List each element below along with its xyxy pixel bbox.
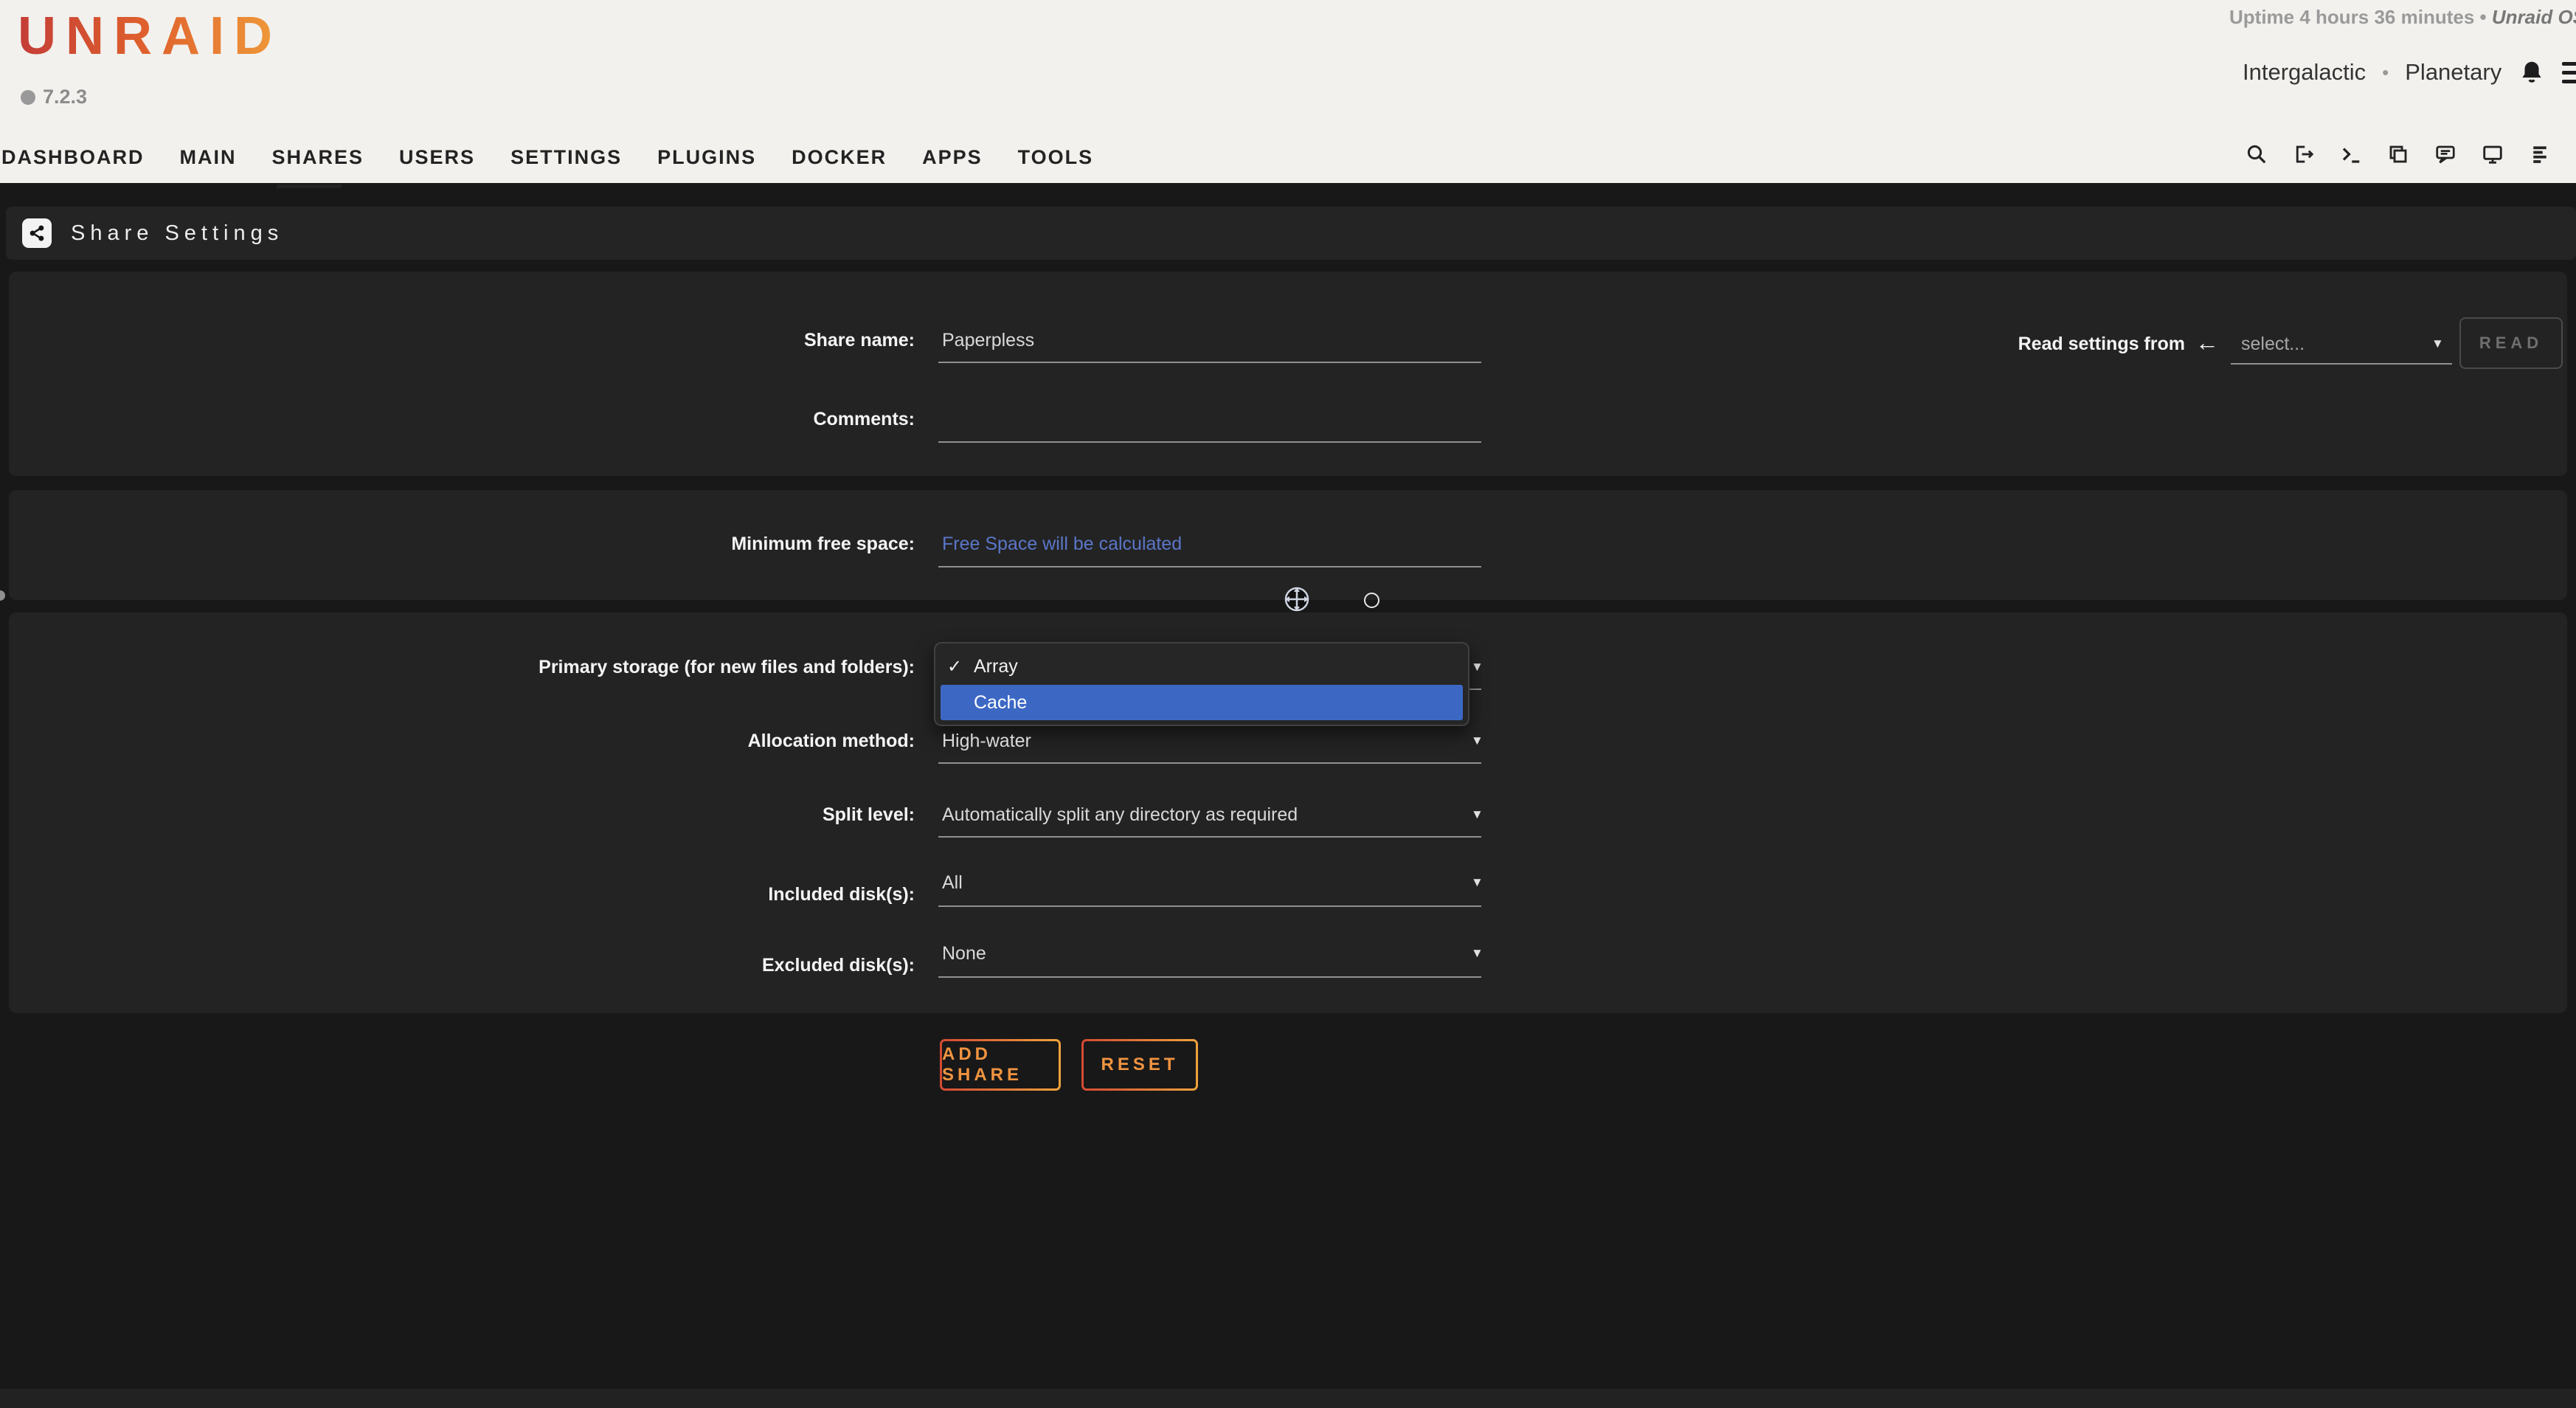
bullet-icon: • (2480, 6, 2487, 28)
primary-storage-label: Primary storage (for new files and folde… (0, 657, 915, 678)
caret-down-icon[interactable]: ▼ (1471, 807, 1483, 822)
allocation-method-underline (938, 762, 1481, 764)
primary-storage-underline (1468, 689, 1481, 690)
split-level-select[interactable]: Automatically split any directory as req… (942, 804, 1298, 826)
min-free-space-input[interactable]: Free Space will be calculated (942, 534, 1182, 555)
uptime-text: Uptime 4 hours 36 minutes (2229, 6, 2474, 28)
feedback-chat-icon[interactable] (2434, 143, 2456, 165)
notifications-bell-icon[interactable] (2518, 58, 2546, 87)
server-name: Intergalactic (2243, 59, 2366, 86)
unraid-logo[interactable]: UNRAID (18, 6, 282, 66)
split-level-label: Split level: (0, 804, 915, 826)
included-disks-label: Included disk(s): (0, 884, 915, 905)
caret-down-icon[interactable]: ▼ (1471, 946, 1483, 961)
nav-main[interactable]: MAIN (180, 146, 237, 169)
menu-burger-icon[interactable] (2562, 62, 2576, 83)
version-dot-icon (21, 90, 35, 105)
move-cursor-icon (1282, 584, 1312, 614)
nav-dashboard[interactable]: DASHBOARD (1, 146, 145, 169)
split-level-underline (938, 836, 1481, 838)
min-free-space-underline (938, 566, 1481, 567)
share-icon (22, 218, 52, 248)
uptime-line: Uptime 4 hours 36 minutes • Unraid OS St… (2229, 6, 2576, 29)
footer-bar: Array Started Unraid® webGui ©2025, Lime… (0, 1389, 2576, 1408)
add-share-button[interactable]: ADD SHARE (940, 1039, 1061, 1091)
excluded-disks-label: Excluded disk(s): (0, 955, 915, 976)
read-button[interactable]: READ (2459, 317, 2563, 369)
primary-storage-dropdown: ✓ Array Cache (934, 642, 1469, 726)
excluded-disks-select[interactable]: None (942, 943, 986, 964)
option-label: Cache (974, 692, 1027, 714)
nav-settings[interactable]: SETTINGS (510, 146, 622, 169)
log-icon[interactable] (2529, 143, 2551, 165)
page-title: Share Settings (71, 221, 283, 246)
toolbar (2246, 143, 2576, 165)
version-badge: 7.2.3 (21, 86, 87, 108)
logout-icon[interactable] (2293, 143, 2315, 165)
check-icon: ✓ (947, 656, 974, 677)
caret-down-icon: ▼ (2431, 337, 2444, 351)
nav-shares[interactable]: SHARES (272, 146, 364, 169)
read-settings-select[interactable]: select... (2241, 334, 2305, 355)
included-disks-select[interactable]: All (942, 872, 963, 894)
share-name-underline (938, 362, 1481, 363)
option-label: Array (974, 656, 1018, 677)
comments-label: Comments: (0, 409, 915, 430)
caret-down-icon[interactable]: ▼ (1471, 734, 1483, 748)
version-text: 7.2.3 (43, 86, 87, 108)
search-icon[interactable] (2246, 143, 2268, 165)
main-nav: DASHBOARD MAIN SHARES USERS SETTINGS PLU… (1, 146, 1093, 169)
caret-down-icon[interactable]: ▼ (1471, 875, 1483, 890)
dropdown-option-array[interactable]: ✓ Array (935, 649, 1468, 683)
card-identity (9, 272, 2567, 476)
monitor-icon[interactable] (2482, 143, 2504, 165)
nav-tools[interactable]: TOOLS (1018, 146, 1094, 169)
reset-button[interactable]: RESET (1081, 1039, 1198, 1091)
arrow-left-icon: ← (2195, 329, 2219, 356)
unraid-webgui: UNRAID 7.2.3 Uptime 4 hours 36 minutes •… (0, 0, 2576, 1408)
nav-docker[interactable]: DOCKER (792, 146, 887, 169)
share-name-input[interactable]: Paperpless (942, 330, 1034, 351)
nav-users[interactable]: USERS (399, 146, 475, 169)
caret-down-icon[interactable]: ▼ (1471, 660, 1483, 674)
license-text: Unraid OS Starter (2492, 6, 2576, 28)
dropdown-option-cache[interactable]: Cache (941, 685, 1463, 720)
circle-marker (1364, 593, 1379, 608)
read-settings-label: Read settings from (1844, 334, 2185, 355)
share-name-label: Share name: (0, 330, 915, 351)
page-title-bar: Share Settings (6, 207, 2576, 260)
top-header: UNRAID 7.2.3 Uptime 4 hours 36 minutes •… (0, 0, 2576, 183)
allocation-method-label: Allocation method: (0, 731, 915, 752)
nav-apps[interactable]: APPS (922, 146, 983, 169)
server-description: Planetary (2405, 59, 2501, 86)
allocation-method-select[interactable]: High-water (942, 731, 1031, 752)
excluded-disks-underline (938, 976, 1481, 978)
read-settings-underline (2231, 363, 2452, 365)
nav-plugins[interactable]: PLUGINS (657, 146, 756, 169)
bullet-icon: • (2382, 61, 2389, 84)
edge-notch (0, 590, 5, 601)
copy-icon[interactable] (2387, 143, 2409, 165)
min-free-space-label: Minimum free space: (0, 534, 915, 555)
terminal-icon[interactable] (2340, 143, 2362, 165)
comments-underline (938, 441, 1481, 443)
included-disks-underline (938, 905, 1481, 907)
server-identity: Intergalactic • Planetary (2243, 58, 2576, 87)
